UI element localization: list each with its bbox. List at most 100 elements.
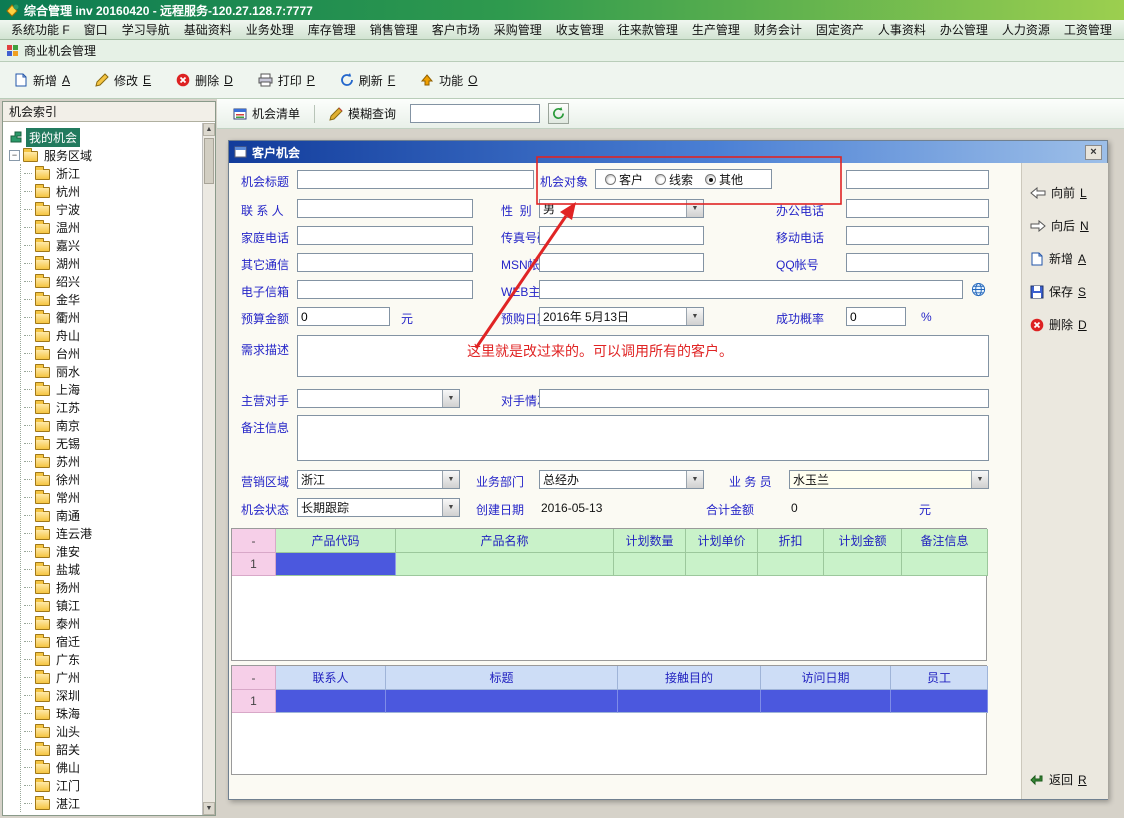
return-button[interactable]: 返回R xyxy=(1030,771,1087,788)
prev-button[interactable]: 向前L xyxy=(1030,184,1087,201)
globe-icon[interactable] xyxy=(968,279,988,299)
column-header[interactable]: 员工 xyxy=(891,666,988,690)
demand-textarea[interactable] xyxy=(297,335,989,377)
web-input[interactable] xyxy=(539,280,963,299)
chevron-down-icon[interactable]: ▼ xyxy=(442,471,459,488)
fuzzy-search-button[interactable]: 模糊查询 xyxy=(323,102,402,125)
tree-item-city[interactable]: 无锡 xyxy=(21,434,202,452)
menu-item[interactable]: 往来款管理 xyxy=(611,20,685,39)
tree-item-city[interactable]: 泰州 xyxy=(21,614,202,632)
menu-item[interactable]: 客户市场 xyxy=(425,20,487,39)
column-header[interactable]: 计划单价 xyxy=(686,529,758,553)
tree-item-city[interactable]: 盐城 xyxy=(21,560,202,578)
other-contact-input[interactable] xyxy=(297,253,473,272)
tree-item-city[interactable]: 台州 xyxy=(21,344,202,362)
tree-item-city[interactable]: 湖州 xyxy=(21,254,202,272)
tree-item-city[interactable]: 徐州 xyxy=(21,470,202,488)
menu-item[interactable]: 业务处理 xyxy=(239,20,301,39)
tree-item-city[interactable]: 江苏 xyxy=(21,398,202,416)
save-button[interactable]: 保存S xyxy=(1030,283,1086,300)
tree-item-city[interactable]: 汕头 xyxy=(21,722,202,740)
tree-item-city[interactable]: 杭州 xyxy=(21,182,202,200)
grid-cell[interactable] xyxy=(761,690,891,713)
chevron-down-icon[interactable]: ▼ xyxy=(686,308,703,325)
grid-cell[interactable] xyxy=(902,553,988,576)
edit-button[interactable]: 修改E xyxy=(87,66,164,95)
tree-item-city[interactable]: 广州 xyxy=(21,668,202,686)
new-button[interactable]: 新增A xyxy=(6,66,83,95)
grid-cell[interactable] xyxy=(276,690,386,713)
refresh-button[interactable]: 刷新F xyxy=(332,66,408,95)
tree-item-city[interactable]: 广东 xyxy=(21,650,202,668)
column-header[interactable]: 计划数量 xyxy=(614,529,686,553)
gender-combo[interactable]: 男▼ xyxy=(539,199,704,218)
column-header[interactable]: 计划金额 xyxy=(824,529,902,553)
rival-info-input[interactable] xyxy=(539,389,989,408)
opportunity-title-input[interactable] xyxy=(297,170,534,189)
menu-item[interactable]: 采购管理 xyxy=(487,20,549,39)
column-header[interactable]: 联系人 xyxy=(276,666,386,690)
tree-item-city[interactable]: 丽水 xyxy=(21,362,202,380)
qq-input[interactable] xyxy=(846,253,989,272)
search-input[interactable] xyxy=(410,104,540,123)
radio-customer[interactable]: 客户 xyxy=(605,171,643,188)
grid-cell-selected[interactable] xyxy=(276,553,396,576)
menu-item[interactable]: 固定资产 xyxy=(809,20,871,39)
tree-scrollbar[interactable]: ▲ ▼ xyxy=(202,123,215,815)
menu-item[interactable]: 人事资料 xyxy=(871,20,933,39)
tree-item-city[interactable]: 深圳 xyxy=(21,686,202,704)
opportunity-list-button[interactable]: 机会清单 xyxy=(227,102,306,125)
tree-item-city[interactable]: 南京 xyxy=(21,416,202,434)
tree-item-city[interactable]: 金华 xyxy=(21,290,202,308)
delete-record-button[interactable]: 删除D xyxy=(1030,316,1087,333)
tree-item-city[interactable]: 扬州 xyxy=(21,578,202,596)
tree-item-city[interactable]: 浙江 xyxy=(21,164,202,182)
radio-other[interactable]: 其他 xyxy=(705,171,743,188)
salesman-combo[interactable]: 水玉兰▼ xyxy=(789,470,989,489)
contact-input[interactable] xyxy=(297,199,473,218)
tree-item-city[interactable]: 佛山 xyxy=(21,758,202,776)
collapse-icon[interactable]: − xyxy=(9,150,20,161)
radio-lead[interactable]: 线索 xyxy=(655,171,693,188)
menu-item[interactable]: 人力资源 xyxy=(995,20,1057,39)
column-header[interactable]: 产品名称 xyxy=(396,529,614,553)
menu-item[interactable]: 财务会计 xyxy=(747,20,809,39)
row-number[interactable]: 1 xyxy=(232,690,276,713)
tree-item-service-region[interactable]: − 服务区域 xyxy=(6,146,202,164)
grid-cell[interactable] xyxy=(686,553,758,576)
tree-item-city[interactable]: 韶关 xyxy=(21,740,202,758)
tree-item-city[interactable]: 嘉兴 xyxy=(21,236,202,254)
menu-item[interactable]: 收支管理 xyxy=(549,20,611,39)
chevron-down-icon[interactable]: ▼ xyxy=(971,471,988,488)
probability-input[interactable] xyxy=(846,307,906,326)
tree-item-city[interactable]: 温州 xyxy=(21,218,202,236)
tree-item-city[interactable]: 宁波 xyxy=(21,200,202,218)
grid-cell[interactable] xyxy=(614,553,686,576)
tree-item-city[interactable]: 湛江 xyxy=(21,794,202,812)
menu-item[interactable]: 工资管理 xyxy=(1057,20,1119,39)
grid-cell[interactable] xyxy=(396,553,614,576)
tree-item-city[interactable]: 上海 xyxy=(21,380,202,398)
column-header[interactable]: 标题 xyxy=(386,666,618,690)
chevron-down-icon[interactable]: ▼ xyxy=(442,390,459,407)
tree-item-city[interactable]: 宿迁 xyxy=(21,632,202,650)
budget-input[interactable] xyxy=(297,307,390,326)
menu-item[interactable]: 学习导航 xyxy=(115,20,177,39)
scroll-down-icon[interactable]: ▼ xyxy=(203,802,215,815)
visit-grid-row[interactable]: 1 xyxy=(232,690,986,713)
row-number[interactable]: 1 xyxy=(232,553,276,576)
menu-item[interactable]: 库存管理 xyxy=(301,20,363,39)
grid-cell[interactable] xyxy=(386,690,618,713)
menu-item[interactable]: 基础资料 xyxy=(177,20,239,39)
tree-item-city[interactable]: 绍兴 xyxy=(21,272,202,290)
grid-corner[interactable]: - xyxy=(232,666,276,690)
function-button[interactable]: 功能O xyxy=(412,66,490,95)
column-header[interactable]: 折扣 xyxy=(758,529,824,553)
status-combo[interactable]: 长期跟踪▼ xyxy=(297,498,460,517)
close-icon[interactable]: × xyxy=(1085,145,1102,160)
home-phone-input[interactable] xyxy=(297,226,473,245)
search-go-button[interactable] xyxy=(548,103,569,124)
dept-combo[interactable]: 总经办▼ xyxy=(539,470,704,489)
office-phone-input[interactable] xyxy=(846,199,989,218)
scroll-up-icon[interactable]: ▲ xyxy=(203,123,215,136)
